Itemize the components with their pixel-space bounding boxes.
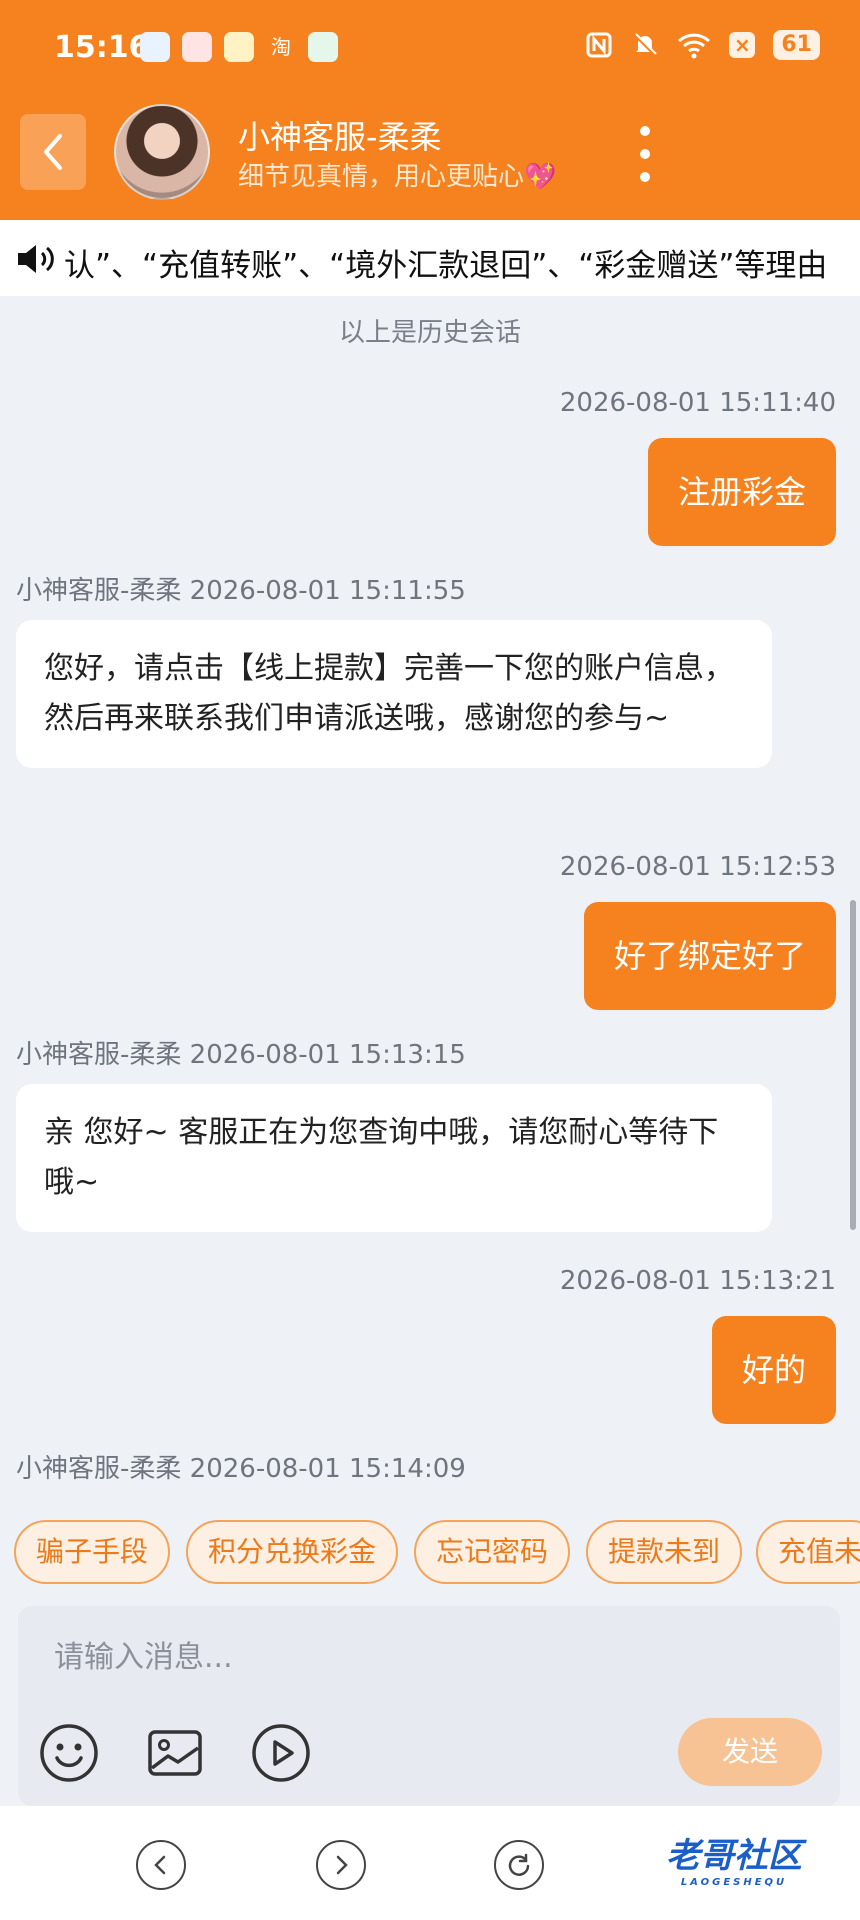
message-input[interactable]	[34, 1622, 824, 1692]
notice-marquee[interactable]: 认”、“充值转账”、“境外汇款退回”、“彩金赠送”等理由	[0, 220, 860, 296]
nav-refresh-icon	[508, 1853, 530, 1876]
outgoing-message[interactable]: 好了绑定好了	[583, 902, 836, 1010]
agent-avatar[interactable]	[114, 104, 210, 200]
outgoing-message[interactable]: 好的	[711, 1316, 836, 1424]
more-options-button[interactable]	[630, 126, 660, 182]
speaker-icon	[18, 245, 54, 273]
history-divider: 以上是历史会话	[338, 318, 521, 348]
incoming-message[interactable]: 您好，请点击【线上提款】完善一下您的账户信息，然后再来联系我们申请派送哦，感谢您…	[16, 620, 772, 768]
status-app-icons: 淘	[140, 32, 338, 62]
more-vertical-icon	[640, 149, 650, 159]
site-watermark: 老哥社区 LAOGESHEQU	[666, 1828, 802, 1888]
app-notification-icon	[308, 32, 338, 62]
app-notification-icon	[182, 32, 212, 62]
incoming-message-header: 小神客服-柔柔 2026-08-01 15:13:15	[16, 1040, 466, 1070]
quick-reply-chip[interactable]: 提款未到	[586, 1520, 743, 1584]
chat-header: 小神客服-柔柔 细节见真情，用心更贴心💖	[0, 86, 860, 220]
heart-icon: 💖	[524, 162, 557, 192]
close-badge-icon: ×	[729, 32, 756, 58]
status-bar: 15:16 淘 × 61	[0, 0, 860, 86]
watermark-subtitle: LAOGESHEQU	[680, 1877, 788, 1888]
nav-forward-icon	[336, 1855, 348, 1875]
status-indicators: × 61	[585, 30, 820, 60]
wifi-icon	[678, 33, 711, 59]
outgoing-message[interactable]: 注册彩金	[647, 438, 836, 546]
agent-name: 小神客服-柔柔	[238, 118, 442, 156]
tagline-text: 细节见真情，用心更贴心	[238, 162, 525, 192]
taobao-icon: 淘	[271, 35, 291, 59]
watermark-title: 老哥社区	[666, 1836, 802, 1876]
incoming-message-header: 小神客服-柔柔 2026-08-01 15:11:55	[16, 576, 466, 606]
send-button[interactable]: 发送	[678, 1718, 822, 1786]
nav-back-icon	[154, 1855, 166, 1875]
mute-icon	[634, 33, 658, 57]
quick-reply-chip[interactable]: 忘记密码	[414, 1520, 571, 1584]
nav-forward-button[interactable]	[316, 1840, 366, 1890]
quick-reply-chip[interactable]: 充值未	[756, 1520, 860, 1584]
back-arrow-icon	[44, 134, 62, 170]
agent-tagline: 细节见真情，用心更贴心💖	[238, 156, 556, 193]
quick-reply-chip[interactable]: 积分兑换彩金	[186, 1520, 399, 1584]
play-icon[interactable]	[250, 1722, 312, 1784]
incoming-message-header: 小神客服-柔柔 2026-08-01 15:14:09	[16, 1454, 466, 1484]
back-button[interactable]	[20, 114, 86, 190]
nav-refresh-button[interactable]	[494, 1840, 544, 1890]
chat-history[interactable]: 以上是历史会话 2026-08-01 15:11:40 注册彩金 小神客服-柔柔…	[0, 296, 860, 1498]
message-timestamp: 2026-08-01 15:13:21	[559, 1266, 836, 1296]
message-composer: 发送	[18, 1606, 840, 1806]
emoji-icon[interactable]	[38, 1722, 100, 1784]
message-timestamp: 2026-08-01 15:11:40	[559, 388, 836, 418]
nav-back-button[interactable]	[136, 1840, 186, 1890]
more-vertical-icon	[640, 172, 650, 182]
message-timestamp: 2026-08-01 15:12:53	[559, 852, 836, 882]
incoming-message[interactable]: 亲 您好~ 客服正在为您查询中哦，请您耐心等待下哦~	[16, 1084, 772, 1232]
status-time: 15:16	[54, 30, 150, 65]
notice-text: 认”、“充值转账”、“境外汇款退回”、“彩金赠送”等理由	[64, 248, 828, 284]
battery-indicator: 61	[773, 30, 820, 60]
chat-scrollbar[interactable]	[850, 900, 856, 1230]
bottom-nav-bar: 老哥社区 LAOGESHEQU	[0, 1806, 860, 1920]
nfc-icon	[586, 32, 612, 58]
more-vertical-icon	[640, 126, 650, 136]
app-notification-icon	[140, 32, 170, 62]
image-icon[interactable]	[144, 1722, 206, 1784]
app-notification-icon	[224, 32, 254, 62]
quick-reply-bar: 骗子手段 积分兑换彩金 忘记密码 提款未到 充值未	[0, 1498, 860, 1608]
quick-reply-chip[interactable]: 骗子手段	[14, 1520, 171, 1584]
